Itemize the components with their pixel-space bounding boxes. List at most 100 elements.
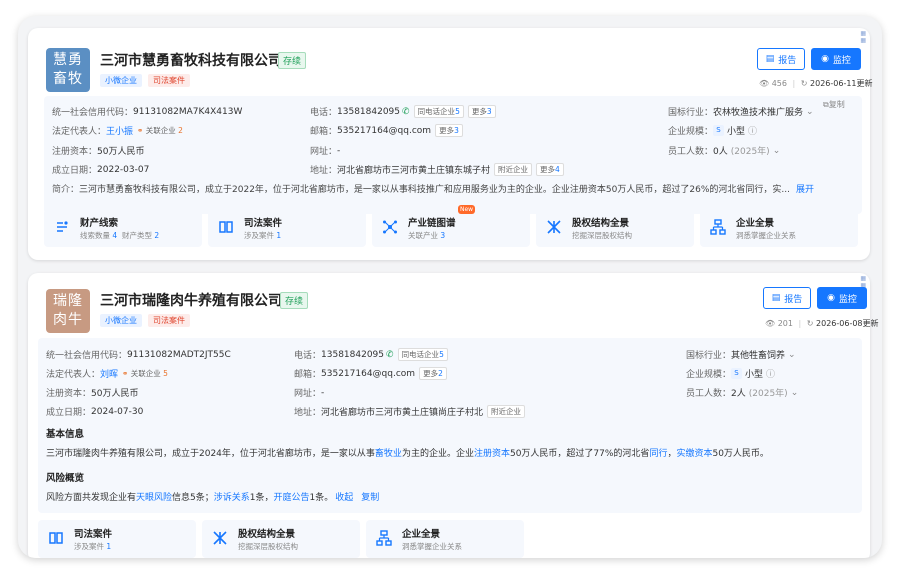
scale-badge: S bbox=[731, 368, 743, 379]
website-label: 网址： bbox=[294, 389, 322, 399]
feature-title: 产业链图谱 bbox=[408, 218, 456, 229]
registered-capital-link[interactable]: 注册资本 bbox=[474, 449, 510, 459]
website-label: 网址： bbox=[310, 147, 338, 157]
email-label: 邮箱： bbox=[310, 127, 338, 137]
help-icon[interactable]: ⓘ bbox=[748, 124, 757, 137]
feature-title: 企业全景 bbox=[402, 529, 441, 540]
related-icon: ⚭ bbox=[122, 369, 129, 378]
tianyan-risk-link[interactable]: 天眼风险 bbox=[136, 493, 172, 503]
feature-equity-structure[interactable]: 股权结构全景 挖掘深层股权结构 bbox=[202, 520, 360, 558]
company-card[interactable]: ▦ ▦ 慧勇 畜牧 三河市慧勇畜牧科技有限公司 存续 小微企业 司法案件 ▤ 报告 … bbox=[28, 28, 873, 260]
equity-icon bbox=[213, 531, 227, 545]
feature-judicial-cases[interactable]: 司法案件 涉及案件 1 bbox=[208, 209, 366, 247]
monitor-button[interactable]: ◉ 监控 bbox=[811, 48, 861, 70]
intro-text: 三河市慧勇畜牧科技有限公司，成立于2022年，位于河北省廊坊市，是一家以从事科技… bbox=[79, 185, 790, 195]
copy-button[interactable]: ⧉ 复制 bbox=[823, 99, 845, 110]
basic-info-text: 三河市瑞隆肉牛养殖有限公司，成立于2024年，位于河北省廊坊市，是一家以从事畜牧… bbox=[46, 446, 769, 459]
feature-sub-label: 线索数量 bbox=[80, 231, 110, 240]
company-card[interactable]: ▦ ▦ 瑞隆 肉牛 三河市瑞隆肉牛养殖有限公司 存续 小微企业 司法案件 ▤ 报告 … bbox=[28, 273, 879, 558]
industry-row: 国标行业： 农林牧渔技术推广服务 ⌄ bbox=[668, 105, 814, 119]
window-frame: ▦ ▦ 慧勇 畜牧 三河市慧勇畜牧科技有限公司 存续 小微企业 司法案件 ▤ 报告 … bbox=[18, 16, 882, 558]
feature-count: 4 bbox=[112, 231, 118, 240]
risk-text-segment: 信息5条； bbox=[172, 493, 214, 503]
paid-capital-link[interactable]: 实缴资本 bbox=[676, 449, 712, 459]
feature-industry-chain[interactable]: 产业链图谱 New 关联产业 3 bbox=[372, 205, 530, 247]
phone-more-count: 3 bbox=[486, 107, 492, 116]
industry-value[interactable]: 其他牲畜饲养 bbox=[731, 348, 785, 361]
legal-rep-link[interactable]: 刘晖 bbox=[100, 367, 118, 380]
legal-rep-link[interactable]: 王小振 bbox=[106, 124, 133, 137]
email-more-count: 2 bbox=[438, 369, 443, 378]
nearby-enterprise-chip[interactable]: 附近企业 bbox=[487, 405, 526, 418]
related-enterprise-chip[interactable]: ⚭ 关联企业 5 bbox=[122, 368, 168, 379]
related-enterprise-chip[interactable]: ⚭ 关联企业 2 bbox=[137, 125, 183, 136]
tag-small-enterprise[interactable]: 小微企业 bbox=[100, 314, 142, 327]
email-value[interactable]: 535217164@qq.com bbox=[337, 126, 431, 136]
feature-enterprise-panorama[interactable]: 企业全景 洞悉掌握企业关系 bbox=[700, 209, 858, 247]
phone-more-chip[interactable]: 更多3 bbox=[467, 105, 496, 118]
credit-code-value[interactable]: 91131082MA7K4X413W bbox=[133, 107, 242, 117]
feature-count: 3 bbox=[440, 231, 446, 240]
industry-label: 国标行业： bbox=[668, 108, 714, 118]
email-more-chip[interactable]: 更多2 bbox=[419, 367, 447, 380]
org-chart-icon bbox=[710, 219, 726, 235]
address-value[interactable]: 河北省廊坊市三河市黄土庄镇东城子村 bbox=[337, 163, 490, 176]
feature-equity-structure[interactable]: 股权结构全景 挖掘深层股权结构 bbox=[536, 209, 694, 247]
expand-link[interactable]: 展开 bbox=[796, 182, 814, 195]
tag-small-enterprise[interactable]: 小微企业 bbox=[100, 74, 142, 87]
chevron-down-icon[interactable]: ⌄ bbox=[806, 107, 814, 117]
feature-property-clues[interactable]: 财产线索 线索数量 4 财产类型 2 bbox=[44, 209, 202, 247]
copy-link[interactable]: 复制 bbox=[361, 493, 379, 503]
peers-link[interactable]: 同行 bbox=[649, 449, 667, 459]
same-phone-chip[interactable]: 同电话企业5 bbox=[413, 105, 464, 118]
email-more-chip[interactable]: 更多3 bbox=[435, 124, 463, 137]
address-label: 地址： bbox=[294, 408, 322, 418]
industry-value[interactable]: 农林牧渔技术推广服务 bbox=[713, 105, 803, 118]
capital-value: 50万人民币 bbox=[91, 389, 139, 399]
report-button[interactable]: ▤ 报告 bbox=[757, 48, 805, 70]
status-badge: 存续 bbox=[280, 292, 309, 309]
email-value[interactable]: 535217164@qq.com bbox=[321, 369, 415, 379]
property-clue-icon bbox=[57, 221, 68, 232]
wechat-icon: ✆ bbox=[402, 106, 410, 117]
court-notice-link[interactable]: 开庭公告 bbox=[274, 493, 310, 503]
credit-code-label: 统一社会信用代码： bbox=[52, 108, 134, 118]
chevron-down-icon[interactable]: ⌄ bbox=[773, 146, 781, 156]
feature-count: 2 bbox=[154, 231, 160, 240]
logo-line: 肉牛 bbox=[53, 312, 83, 328]
collapse-link[interactable]: 收起 bbox=[335, 493, 353, 503]
chevron-down-icon[interactable]: ⌄ bbox=[791, 388, 799, 398]
phone-value[interactable]: 13581842095 bbox=[337, 107, 400, 117]
feature-judicial-cases[interactable]: 司法案件 涉及案件 1 bbox=[38, 520, 196, 558]
view-count: 201 bbox=[777, 319, 793, 328]
basic-text-segment: 50万人民币。 bbox=[712, 449, 769, 459]
capital-label: 注册资本： bbox=[52, 147, 98, 157]
phone-value[interactable]: 13581842095 bbox=[321, 350, 384, 360]
corner-qr-icon[interactable]: ▦ ▦ bbox=[860, 30, 866, 44]
litigation-link[interactable]: 涉诉关系 bbox=[214, 493, 250, 503]
refresh-icon: ↻ bbox=[806, 319, 814, 328]
website-value: - bbox=[321, 387, 325, 398]
network-icon bbox=[383, 220, 397, 234]
feature-enterprise-panorama[interactable]: 企业全景 洞悉掌握企业关系 bbox=[366, 520, 524, 558]
credit-code-value[interactable]: 91131082MADT2JT55C bbox=[127, 350, 231, 360]
same-phone-chip[interactable]: 同电话企业5 bbox=[397, 348, 448, 361]
company-name[interactable]: 三河市慧勇畜牧科技有限公司 bbox=[100, 50, 282, 70]
help-icon[interactable]: ⓘ bbox=[766, 367, 775, 380]
industry-link[interactable]: 畜牧业 bbox=[375, 449, 402, 459]
company-name[interactable]: 三河市瑞隆肉牛养殖有限公司 bbox=[100, 290, 282, 310]
legal-rep-row: 法定代表人： 王小振 ⚭ 关联企业 2 bbox=[52, 124, 183, 137]
address-more-chip[interactable]: 更多4 bbox=[536, 163, 564, 176]
nearby-enterprise-chip[interactable]: 附近企业 bbox=[494, 163, 533, 176]
new-badge: New bbox=[458, 205, 476, 214]
tag-judicial-case[interactable]: 司法案件 bbox=[148, 314, 190, 327]
report-button[interactable]: ▤ 报告 bbox=[763, 287, 811, 309]
address-value[interactable]: 河北省廊坊市三河市黄土庄镇尚庄子村北 bbox=[321, 405, 483, 418]
chevron-down-icon[interactable]: ⌄ bbox=[788, 350, 796, 360]
basic-text-segment: 50万人民币，超过了77%的河北省 bbox=[509, 449, 650, 459]
tag-judicial-case[interactable]: 司法案件 bbox=[148, 74, 190, 87]
website-row: 网址： - bbox=[294, 386, 325, 400]
address-row: 地址： 河北省廊坊市三河市黄土庄镇尚庄子村北 附近企业 bbox=[294, 405, 526, 418]
feature-sub: 洞悉掌握企业关系 bbox=[402, 542, 462, 551]
monitor-button[interactable]: ◉ 监控 bbox=[817, 287, 867, 309]
